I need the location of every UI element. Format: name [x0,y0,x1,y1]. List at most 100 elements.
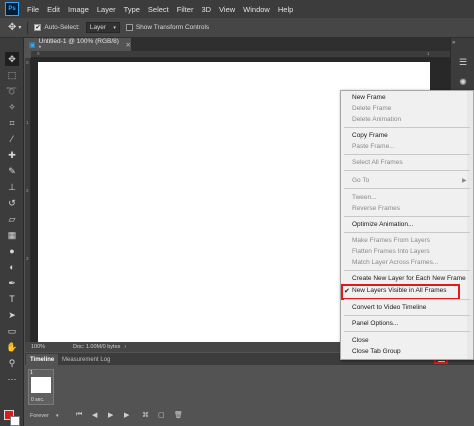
menu-item-match-layer[interactable]: Match Layer Across Frames... [352,259,438,266]
menu-item-select-all-frames[interactable]: Select All Frames [352,159,403,166]
tween-icon[interactable]: ⌘ [142,411,149,419]
new-frame-icon[interactable]: ▢ [158,411,165,419]
menu-image[interactable]: Image [68,5,89,14]
stamp-tool-icon[interactable]: ⊥ [5,180,19,194]
adjustments-icon[interactable]: ✺ [457,76,469,88]
flyout-scrollbar [467,91,473,359]
previous-frame-icon[interactable]: ◀ [92,411,97,419]
menu-divider [344,216,470,217]
menu-edit[interactable]: Edit [47,5,60,14]
chevron-right-icon[interactable]: › [124,344,126,350]
doc-size: Doc: 1.00M/0 bytes [73,344,121,350]
zoom-level[interactable]: 100% [31,344,67,350]
menu-divider [344,170,470,171]
menu-window[interactable]: Window [243,5,270,14]
ruler-tick: 3 [26,256,29,261]
chevron-down-icon[interactable]: ▾ [56,413,59,419]
trash-icon[interactable]: 🗑 [174,411,183,419]
tab-timeline[interactable]: Timeline [26,354,59,365]
auto-select-checkbox[interactable]: ✔ [34,24,42,31]
menu-item-copy-frame[interactable]: Copy Frame [352,132,388,139]
menu-item-flatten-frames[interactable]: Flatten Frames Into Layers [352,248,430,255]
menu-item-reverse-frames[interactable]: Reverse Frames [352,205,400,212]
play-icon[interactable]: ▶ [108,411,113,419]
show-transform-checkbox[interactable] [125,24,133,31]
menu-item-go-to[interactable]: Go To [352,177,369,184]
auto-select-value: Layer [89,24,107,31]
type-tool-icon[interactable]: T [5,292,19,306]
document-tab[interactable]: ▣ Untitled-1 @ 100% (RGB/8) * ✕ [25,37,131,52]
menu-type[interactable]: Type [124,5,140,14]
menu-select[interactable]: Select [148,5,169,14]
menu-item-delete-animation[interactable]: Delete Animation [352,116,401,123]
frame-thumbnail [31,377,51,393]
next-frame-icon[interactable]: ▶ [124,411,129,419]
photoshop-window: Ps File Edit Image Layer Type Select Fil… [0,0,474,426]
menu-divider [344,127,470,128]
menu-item-new-frame[interactable]: New Frame [352,94,386,101]
ruler-tick: 0 [37,51,40,56]
menu-item-convert-to-video-timeline[interactable]: Convert to Video Timeline [352,304,426,311]
tools-panel: ✥ ⬚ ➰ ✧ ⌗ ⁄ ✚ ✎ ⊥ ↺ ▱ ▦ ● ◐ ✒ T ➤ ▭ ✋ ⚲ … [0,38,24,426]
background-color-swatch[interactable] [10,416,20,426]
magic-wand-tool-icon[interactable]: ✧ [5,100,19,114]
menu-3d[interactable]: 3D [201,5,211,14]
menu-divider [344,331,470,332]
frame-number: 1 [30,370,33,376]
document-icon: ▣ [29,41,36,49]
document-tab-title: Untitled-1 @ 100% (RGB/8) * [38,37,119,52]
ruler-tick: 1 [26,120,29,125]
ruler-tick: 0 [26,60,29,65]
menu-file[interactable]: File [27,5,39,14]
menu-item-close[interactable]: Close [352,337,369,344]
menu-divider [344,154,470,155]
menu-item-close-tab-group[interactable]: Close Tab Group [352,348,401,355]
menu-item-paste-frame[interactable]: Paste Frame... [352,143,395,150]
menu-layer[interactable]: Layer [97,5,116,14]
gradient-tool-icon[interactable]: ▦ [5,228,19,242]
divider [27,21,29,34]
close-icon[interactable]: ✕ [126,41,131,49]
healing-brush-tool-icon[interactable]: ✚ [5,148,19,162]
menu-divider [344,299,470,300]
frame-delay[interactable]: 0 sec. [31,397,44,403]
menu-item-panel-options[interactable]: Panel Options... [352,320,398,327]
chevron-down-icon[interactable]: ▾ [18,24,21,31]
move-tool-icon[interactable]: ✥ [5,52,19,66]
chevron-down-icon: ▾ [113,24,116,31]
brush-tool-icon[interactable]: ✎ [5,164,19,178]
shape-tool-icon[interactable]: ▭ [5,324,19,338]
hand-tool-icon[interactable]: ✋ [5,340,19,354]
marquee-tool-icon[interactable]: ⬚ [5,68,19,82]
pen-tool-icon[interactable]: ✒ [5,276,19,290]
menu-filter[interactable]: Filter [177,5,194,14]
path-selection-tool-icon[interactable]: ➤ [5,308,19,322]
properties-icon[interactable]: ☰ [457,56,469,68]
blur-tool-icon[interactable]: ● [5,244,19,258]
zoom-tool-icon[interactable]: ⚲ [5,356,19,370]
menu-help[interactable]: Help [278,5,293,14]
dodge-tool-icon[interactable]: ◐ [5,260,19,274]
menu-item-tween[interactable]: Tween... [352,194,377,201]
loop-options[interactable]: Forever [30,413,49,419]
menu-view[interactable]: View [219,5,235,14]
collapse-panels-icon[interactable]: » [452,40,455,46]
lasso-tool-icon[interactable]: ➰ [5,84,19,98]
menu-item-delete-frame[interactable]: Delete Frame [352,105,391,112]
first-frame-icon[interactable]: ⏮ [76,411,82,419]
crop-tool-icon[interactable]: ⌗ [5,116,19,130]
move-tool-icon[interactable]: ✥ [8,22,16,33]
menu-item-make-frames-from-layers[interactable]: Make Frames From Layers [352,237,430,244]
eyedropper-tool-icon[interactable]: ⁄ [5,132,19,146]
menu-divider [344,315,470,316]
tab-measurement-log[interactable]: Measurement Log [58,354,114,365]
history-brush-tool-icon[interactable]: ↺ [5,196,19,210]
ruler-tick: 1 [427,51,430,56]
show-transform-label: Show Transform Controls [135,24,210,31]
menu-item-optimize-animation[interactable]: Optimize Animation... [352,221,413,228]
eraser-tool-icon[interactable]: ▱ [5,212,19,226]
menu-item-create-new-layer-each-frame[interactable]: Create New Layer for Each New Frame [352,275,466,282]
auto-select-dropdown[interactable]: Layer ▾ [85,22,120,33]
chevron-right-icon: ▶ [462,178,467,184]
more-tools-icon[interactable]: ⋯ [5,372,19,386]
